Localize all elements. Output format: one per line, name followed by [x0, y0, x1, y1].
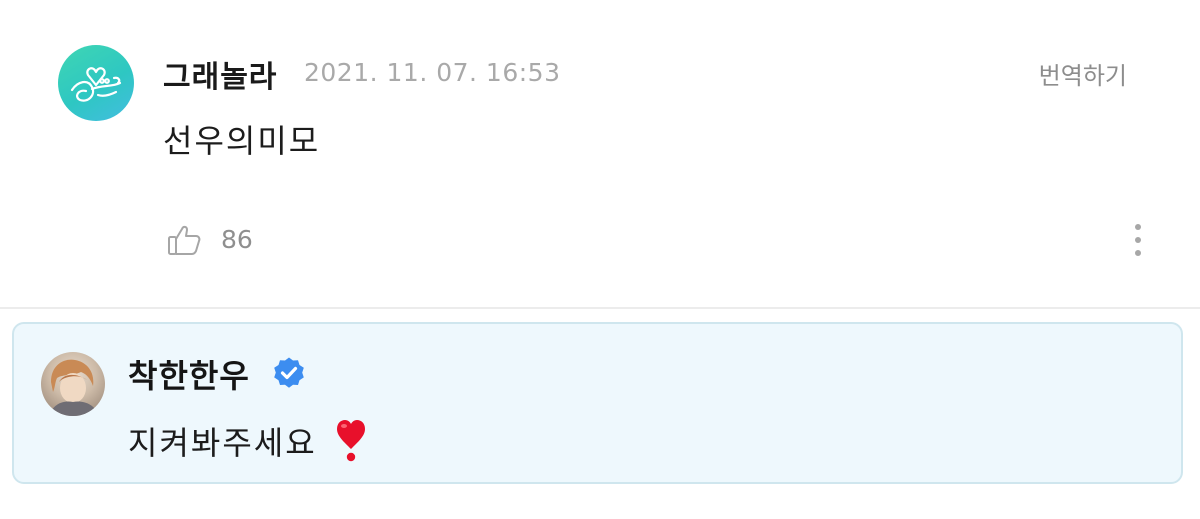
heart-exclamation-emoji-icon — [337, 420, 365, 462]
more-options-button[interactable] — [1124, 220, 1152, 260]
artist-avatar[interactable] — [41, 352, 105, 416]
more-vertical-icon-dot — [1135, 237, 1141, 243]
comment-divider — [0, 307, 1200, 309]
fan-comment-text: 선우의미모 — [163, 122, 321, 160]
artist-reply-text: 지켜봐주세요 — [128, 424, 317, 462]
fan-comment: 그래놀라 2021. 11. 07. 16:53 번역하기 선우의미모 86 — [0, 0, 1200, 308]
artist-photo — [49, 359, 99, 416]
fan-author-name[interactable]: 그래놀라 — [163, 52, 277, 96]
like-button[interactable]: 86 — [163, 218, 253, 260]
more-vertical-icon-dot — [1135, 250, 1141, 256]
fan-avatar[interactable] — [58, 45, 134, 121]
artist-author-name[interactable]: 착한한우 — [128, 351, 250, 397]
more-vertical-icon-dot — [1135, 224, 1141, 230]
thumbs-up-icon — [168, 225, 201, 255]
heart-sketch-avatar-icon — [70, 67, 122, 102]
artist-reply: 착한한우 지켜봐주세요 — [12, 322, 1183, 484]
verified-badge-icon — [274, 357, 304, 388]
translate-button[interactable]: 번역하기 — [1039, 56, 1127, 91]
comment-timestamp: 2021. 11. 07. 16:53 — [304, 58, 561, 87]
like-count: 86 — [221, 224, 253, 254]
